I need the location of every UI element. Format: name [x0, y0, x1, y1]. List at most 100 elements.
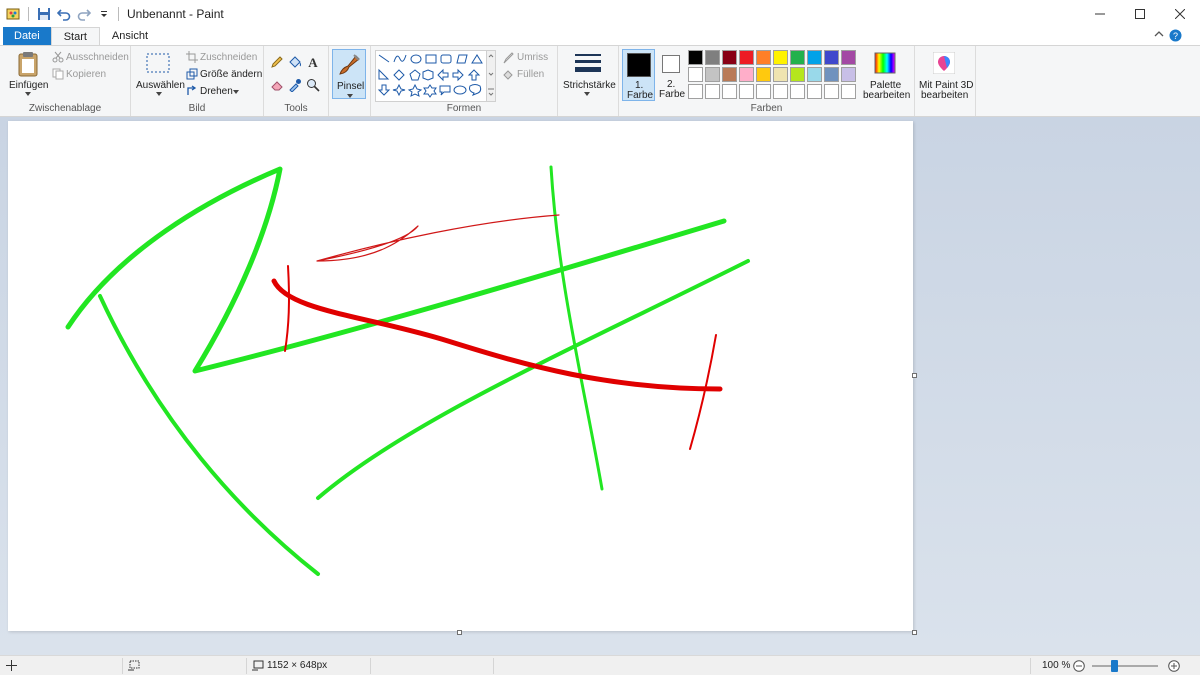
redo-icon[interactable] — [76, 6, 91, 21]
paste-dropdown-icon[interactable] — [24, 91, 32, 97]
paint3d-label-line2[interactable]: bearbeiten — [921, 90, 968, 101]
fill-button[interactable]: Füllen — [517, 69, 544, 80]
paste-button[interactable]: Einfügen — [9, 80, 48, 91]
palette-swatch[interactable] — [807, 67, 822, 82]
palette-swatch[interactable] — [688, 50, 703, 65]
brush-button[interactable]: Pinsel — [332, 49, 366, 99]
text-icon[interactable]: A — [306, 55, 320, 69]
tab-view[interactable]: Ansicht — [100, 27, 160, 45]
close-icon — [1175, 8, 1185, 19]
eraser-icon[interactable] — [270, 78, 284, 92]
collapse-ribbon-icon[interactable] — [1154, 29, 1164, 42]
color2-button[interactable]: 2. Farbe — [658, 49, 686, 101]
palette-swatch[interactable] — [807, 50, 822, 65]
color-picker-icon[interactable] — [288, 78, 302, 92]
crop-button[interactable]: Zuschneiden — [200, 52, 257, 63]
select-icon[interactable] — [145, 52, 171, 74]
edit-palette-group: Palette bearbeiten — [858, 46, 915, 116]
palette-swatch[interactable] — [790, 84, 805, 99]
edit-palette-label-line2[interactable]: bearbeiten — [863, 90, 910, 101]
copy-button[interactable]: Kopieren — [66, 69, 106, 80]
pencil-icon[interactable] — [270, 55, 284, 69]
palette-swatch[interactable] — [756, 84, 771, 99]
tab-file[interactable]: Datei — [3, 27, 51, 45]
color1-label-line2: Farbe — [627, 90, 654, 101]
shapes-gallery-icons — [377, 54, 483, 98]
zoom-in-button[interactable] — [1167, 659, 1180, 672]
rotate-dropdown-icon[interactable] — [232, 89, 240, 95]
palette-swatch[interactable] — [773, 84, 788, 99]
paste-icon[interactable] — [16, 50, 40, 78]
line-width-icon[interactable] — [574, 52, 602, 74]
palette-swatch[interactable] — [824, 50, 839, 65]
status-separator — [246, 658, 247, 674]
resize-handle-corner[interactable] — [912, 630, 917, 635]
palette-swatch[interactable] — [688, 67, 703, 82]
palette-swatch[interactable] — [807, 84, 822, 99]
clipboard-group-label: Zwischenablage — [28, 103, 102, 114]
status-separator — [122, 658, 123, 674]
title-bar: Unbenannt - Paint — [0, 0, 1200, 27]
palette-swatch[interactable] — [824, 84, 839, 99]
green-stroke — [98, 294, 320, 576]
brush-dropdown-icon[interactable] — [346, 93, 354, 99]
shapes-gallery[interactable] — [375, 50, 495, 102]
minimize-button[interactable] — [1080, 0, 1120, 27]
maximize-button[interactable] — [1120, 0, 1160, 27]
palette-swatch[interactable] — [773, 50, 788, 65]
palette-swatch[interactable] — [739, 84, 754, 99]
paint-app-icon[interactable] — [6, 6, 21, 21]
size-group: Strichstärke — [558, 46, 619, 116]
cut-button[interactable]: Ausschneiden — [66, 52, 129, 63]
palette-swatch[interactable] — [722, 84, 737, 99]
resize-handle-bottom[interactable] — [457, 630, 462, 635]
palette-swatch[interactable] — [688, 84, 703, 99]
help-icon[interactable]: ? — [1169, 29, 1182, 45]
resize-handle-right[interactable] — [912, 373, 917, 378]
palette-swatch[interactable] — [756, 67, 771, 82]
paint3d-icon[interactable] — [932, 51, 956, 75]
palette-swatch[interactable] — [824, 67, 839, 82]
palette-swatch[interactable] — [790, 67, 805, 82]
color1-button[interactable]: 1. Farbe — [622, 49, 655, 101]
palette-swatch[interactable] — [756, 50, 771, 65]
palette-swatch[interactable] — [773, 67, 788, 82]
palette-swatch[interactable] — [790, 50, 805, 65]
shapes-gallery-scroll[interactable] — [486, 50, 496, 102]
rotate-button[interactable]: Drehen — [200, 86, 233, 97]
palette-swatch[interactable] — [841, 84, 856, 99]
edit-palette-icon[interactable] — [873, 51, 897, 75]
tools-group: A Tools — [264, 46, 329, 116]
save-icon[interactable] — [36, 6, 51, 21]
palette-swatch[interactable] — [705, 50, 720, 65]
palette-swatch[interactable] — [739, 67, 754, 82]
cursor-position-icon — [5, 659, 17, 671]
zoom-slider-track[interactable] — [1092, 665, 1158, 667]
magnifier-icon[interactable] — [306, 78, 320, 92]
brush-icon — [336, 52, 362, 78]
resize-button[interactable]: Größe ändern — [200, 69, 262, 80]
tab-home[interactable]: Start — [50, 27, 100, 45]
select-dropdown-icon[interactable] — [155, 91, 163, 97]
fill-bucket-icon[interactable] — [288, 55, 302, 69]
select-button[interactable]: Auswählen — [136, 80, 185, 91]
close-button[interactable] — [1160, 0, 1200, 27]
palette-swatch[interactable] — [722, 67, 737, 82]
palette-swatch[interactable] — [841, 67, 856, 82]
zoom-slider-thumb[interactable] — [1110, 660, 1118, 672]
palette-swatch[interactable] — [841, 50, 856, 65]
brushes-group: Pinsel — [329, 46, 370, 116]
customize-qat-icon[interactable] — [96, 6, 111, 21]
zoom-out-button[interactable] — [1072, 659, 1085, 672]
line-width-dropdown-icon[interactable] — [583, 91, 591, 97]
undo-icon[interactable] — [56, 6, 71, 21]
rotate-icon — [186, 85, 198, 97]
palette-swatch[interactable] — [705, 84, 720, 99]
palette-swatch[interactable] — [705, 67, 720, 82]
palette-swatch[interactable] — [722, 50, 737, 65]
svg-text:A: A — [308, 55, 318, 69]
line-width-button[interactable]: Strichstärke — [563, 80, 616, 91]
drawing-canvas[interactable] — [8, 121, 913, 631]
palette-swatch[interactable] — [739, 50, 754, 65]
outline-button[interactable]: Umriss — [517, 52, 548, 63]
